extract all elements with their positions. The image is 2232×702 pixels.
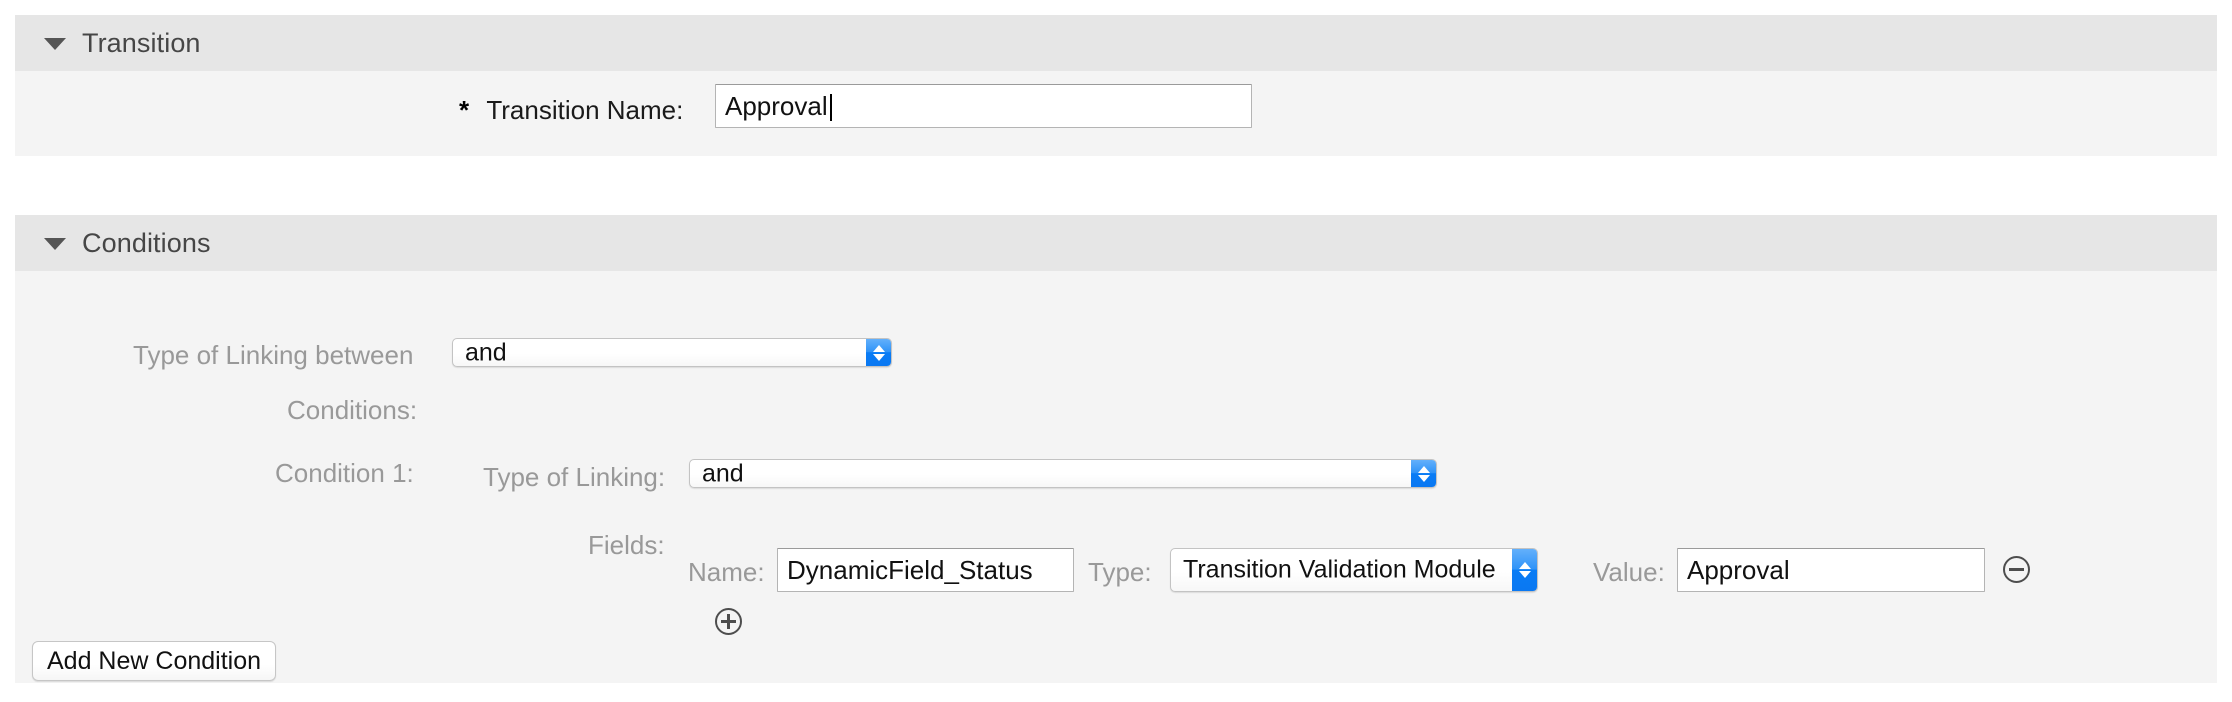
linking-label-line2: Conditions:: [287, 395, 417, 426]
type-of-linking-label: Type of Linking:: [483, 462, 665, 493]
field-type-select[interactable]: Transition Validation Module: [1170, 548, 1538, 592]
chevron-updown-icon[interactable]: [866, 339, 891, 366]
plus-circle-icon[interactable]: [715, 608, 742, 635]
field-value-label: Value:: [1593, 557, 1665, 588]
widget-transition: Transition * Transition Name: Approval: [15, 15, 2217, 156]
field-name-label: Name:: [688, 557, 765, 588]
triangle-down-icon[interactable]: [44, 238, 66, 250]
field-value-input-value: Approval: [1687, 557, 1790, 583]
linking-select-value: and: [465, 338, 507, 367]
widget-conditions-body: Type of Linking between Conditions: and …: [15, 271, 2217, 683]
widget-transition-body: * Transition Name: Approval: [15, 71, 2217, 156]
condition-1-label: Condition 1:: [275, 458, 414, 489]
field-type-label: Type:: [1088, 557, 1152, 588]
widget-conditions-title: Conditions: [82, 228, 211, 259]
add-new-condition-button-label: Add New Condition: [47, 647, 261, 676]
chevron-updown-icon[interactable]: [1512, 549, 1537, 591]
field-type-select-value: Transition Validation Module: [1183, 556, 1496, 585]
fields-label: Fields:: [588, 530, 665, 561]
add-new-condition-button[interactable]: Add New Condition: [32, 641, 276, 681]
widget-conditions-header[interactable]: Conditions: [15, 215, 2217, 271]
minus-circle-icon[interactable]: [2003, 556, 2030, 583]
widget-conditions: Conditions Type of Linking between Condi…: [15, 215, 2217, 683]
type-of-linking-select[interactable]: and: [689, 459, 1437, 488]
triangle-down-icon[interactable]: [44, 38, 66, 50]
transition-name-input-value: Approval: [725, 93, 828, 119]
transition-name-input[interactable]: Approval: [715, 84, 1252, 128]
chevron-updown-icon[interactable]: [1411, 460, 1436, 487]
transition-name-label: Transition Name:: [486, 95, 683, 125]
transition-name-label-wrap: * Transition Name:: [459, 95, 683, 126]
page-root: Transition * Transition Name: Approval C…: [0, 0, 2232, 702]
widget-transition-title: Transition: [82, 28, 201, 59]
text-caret: [830, 94, 832, 121]
field-name-input-value: DynamicField_Status: [787, 557, 1033, 583]
linking-select[interactable]: and: [452, 338, 892, 367]
widget-transition-header[interactable]: Transition: [15, 15, 2217, 71]
required-marker: *: [459, 95, 469, 125]
type-of-linking-select-value: and: [702, 459, 744, 488]
field-name-input[interactable]: DynamicField_Status: [777, 548, 1074, 592]
field-value-input[interactable]: Approval: [1677, 548, 1985, 592]
linking-label-line1: Type of Linking between: [133, 340, 413, 371]
